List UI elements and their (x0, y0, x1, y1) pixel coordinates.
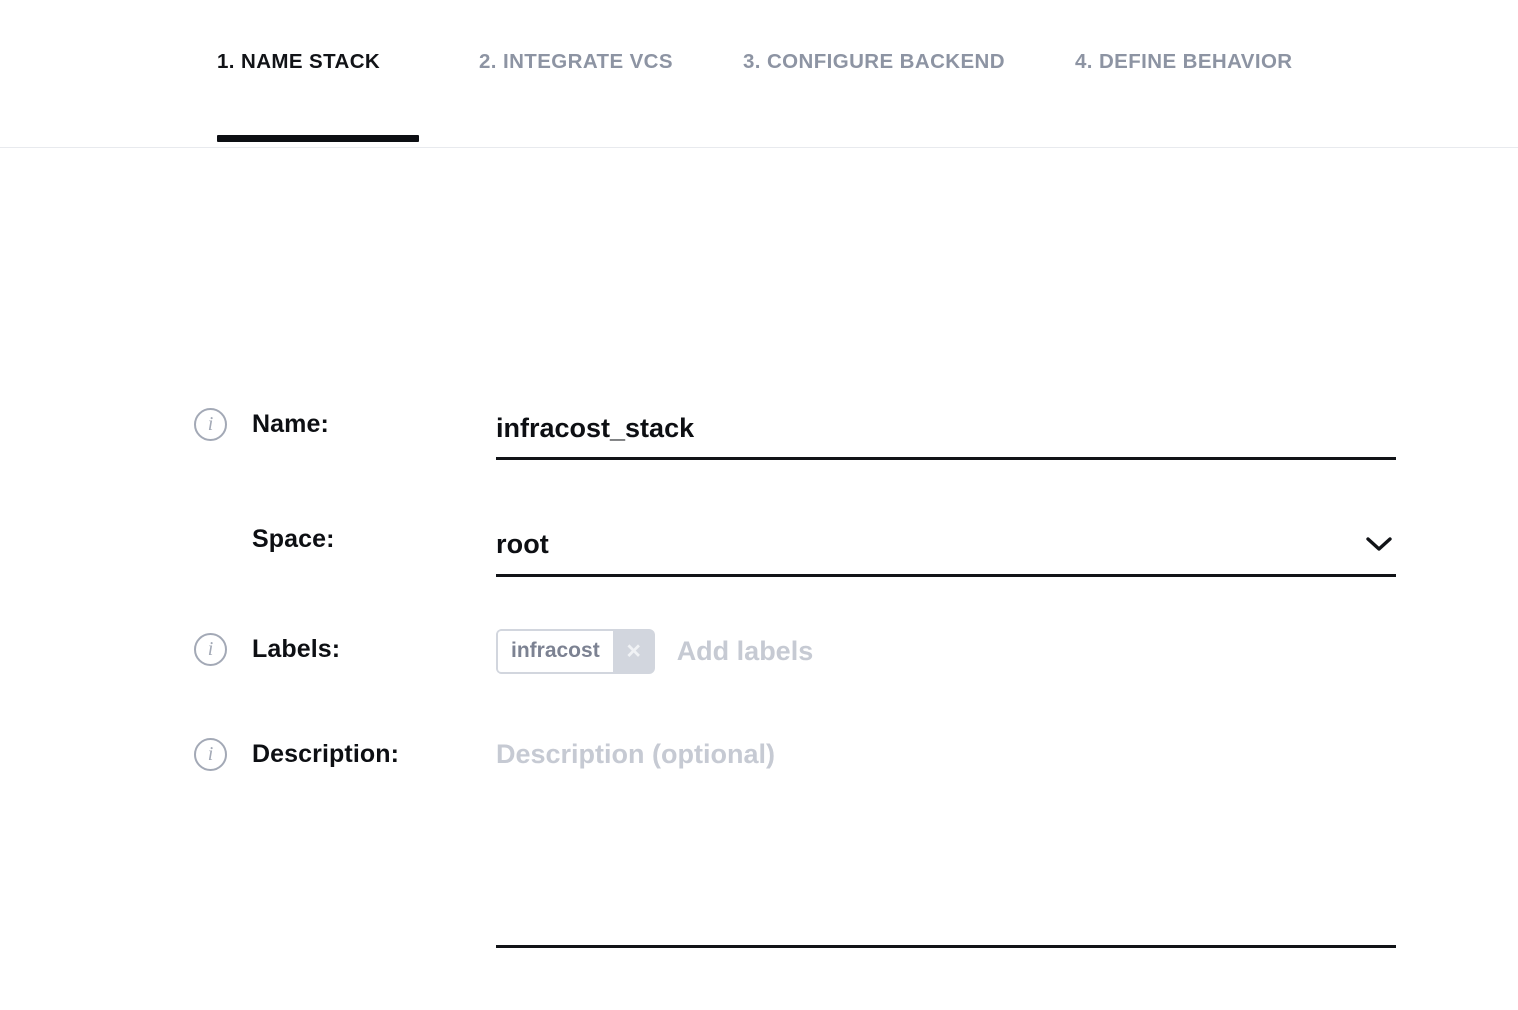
wizard-tablist: 1. NAME STACK 2. INTEGRATE VCS 3. CONFIG… (0, 0, 1293, 148)
description-textarea[interactable] (496, 736, 1396, 944)
description-field-label-group: i Description: (194, 738, 399, 771)
stack-name-input[interactable] (496, 406, 1396, 450)
space-select-value: root (496, 529, 549, 560)
tab-underline (743, 135, 1005, 142)
add-labels-placeholder[interactable]: Add labels (677, 636, 814, 667)
info-circle-icon[interactable]: i (194, 408, 227, 441)
labels-field-label-group: i Labels: (194, 633, 340, 666)
space-select[interactable]: root (496, 522, 1396, 566)
label-chip-text: infracost (496, 629, 613, 674)
tab-integrate-vcs-label: 2. INTEGRATE VCS (479, 52, 673, 73)
info-circle-icon[interactable]: i (194, 633, 227, 666)
tab-active-underline (217, 135, 419, 142)
labels-field-label: Labels: (252, 635, 340, 664)
space-select-underline (496, 574, 1396, 577)
chevron-down-icon (1366, 537, 1392, 552)
tab-define-behavior-label: 4. DEFINE BEHAVIOR (1075, 52, 1293, 73)
tab-define-behavior[interactable]: 4. DEFINE BEHAVIOR (1075, 0, 1293, 148)
space-field-label: Space: (252, 525, 335, 554)
tab-underline (479, 135, 673, 142)
tab-configure-backend-label: 3. CONFIGURE BACKEND (743, 52, 1005, 73)
name-field-label-group: i Name: (194, 408, 329, 441)
close-icon[interactable]: × (613, 629, 655, 674)
label-chip[interactable]: infracost × (496, 629, 655, 674)
wizard-header: 1. NAME STACK 2. INTEGRATE VCS 3. CONFIG… (0, 0, 1518, 148)
labels-input-area[interactable]: infracost × Add labels (496, 628, 813, 674)
name-field-label: Name: (252, 410, 329, 439)
space-field-label-group: Space: (194, 525, 335, 554)
name-input-underline (496, 457, 1396, 460)
tab-name-stack-label: 1. NAME STACK (217, 52, 380, 73)
tab-configure-backend[interactable]: 3. CONFIGURE BACKEND (743, 0, 1005, 148)
info-circle-icon[interactable]: i (194, 738, 227, 771)
tab-underline (1075, 135, 1293, 142)
description-field-label: Description: (252, 740, 399, 769)
description-underline (496, 945, 1396, 948)
tab-name-stack[interactable]: 1. NAME STACK (217, 0, 419, 148)
tab-integrate-vcs[interactable]: 2. INTEGRATE VCS (479, 0, 673, 148)
name-stack-form: i Name: Space: root i Labels: infracost … (0, 148, 1518, 1010)
